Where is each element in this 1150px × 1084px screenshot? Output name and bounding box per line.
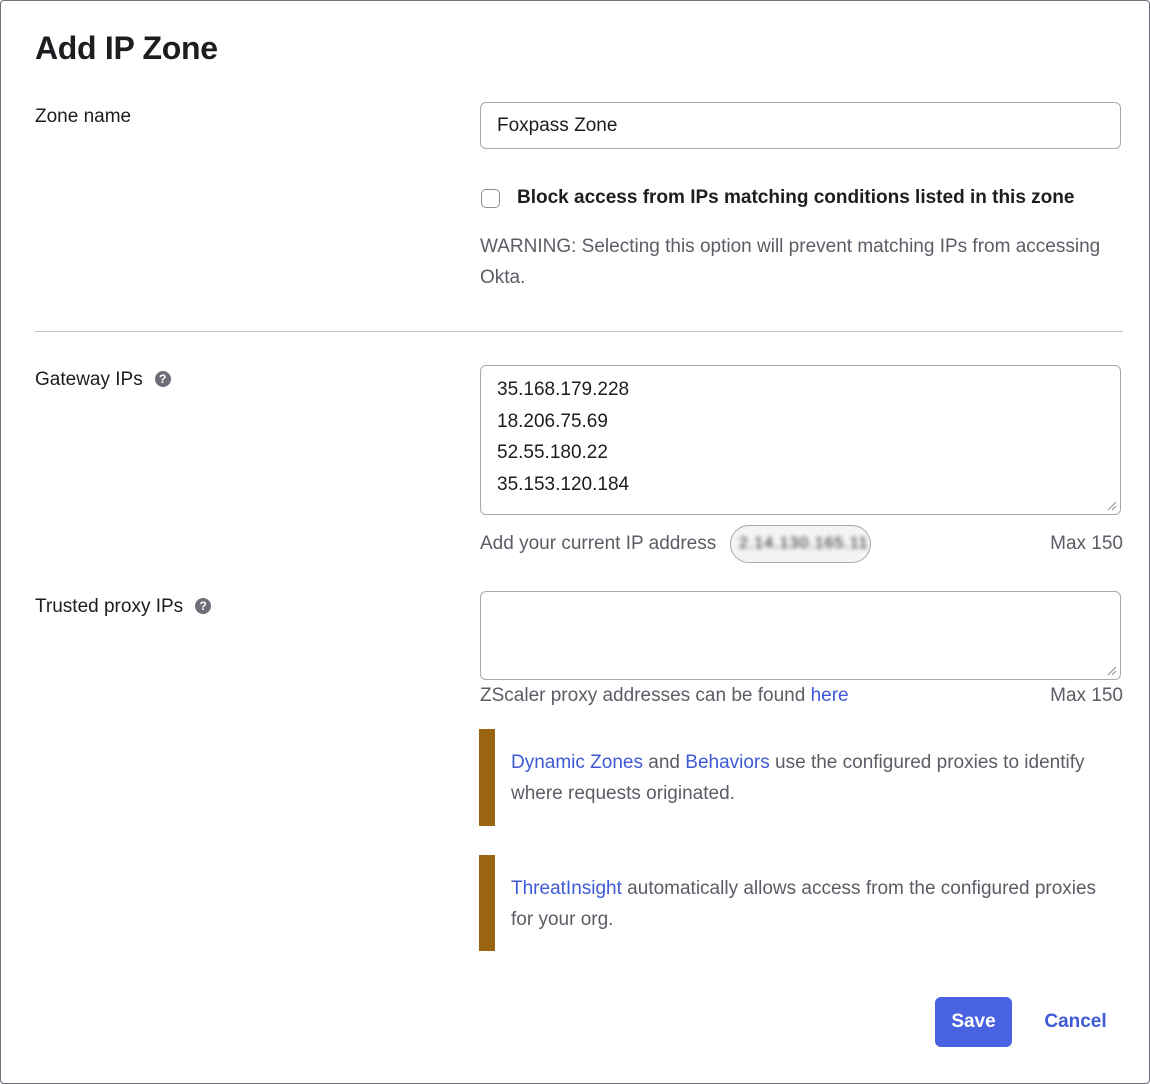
dialog-title: Add IP Zone	[35, 30, 218, 66]
callout-text: Dynamic Zones and Behaviors use the conf…	[511, 747, 1121, 809]
gateway-ip-line: 52.55.180.22	[497, 442, 608, 463]
add-current-ip-label: Add your current IP address	[480, 533, 717, 554]
current-ip-value: 2.14.130.165.11	[739, 535, 869, 552]
gateway-ip-line: 35.168.179.228	[497, 379, 630, 400]
callout-and-text: and	[643, 752, 686, 773]
resize-grip-icon[interactable]	[1107, 666, 1117, 676]
gateway-ips-help-icon[interactable]: ?	[154, 371, 171, 387]
block-access-warning: WARNING: Selecting this option will prev…	[480, 236, 1101, 288]
threatinsight-link[interactable]: ThreatInsight	[511, 878, 622, 899]
zone-name-label: Zone name	[35, 106, 132, 127]
threatinsight-callout: ThreatInsight automatically allows acces…	[479, 855, 1123, 951]
section-divider	[35, 331, 1123, 332]
gateway-ips-label-text: Gateway IPs	[35, 369, 143, 390]
dynamic-zones-link[interactable]: Dynamic Zones	[511, 752, 643, 773]
block-access-label[interactable]: Block access from IPs matching condition…	[517, 187, 1074, 209]
cancel-button[interactable]: Cancel	[1033, 997, 1118, 1047]
zscaler-here-link[interactable]: here	[811, 685, 849, 706]
trusted-proxy-ips-label-text: Trusted proxy IPs	[35, 596, 184, 617]
gateway-ip-line: 35.153.120.184	[497, 473, 630, 495]
gateway-ips-textarea[interactable]: 35.168.179.228 18.206.75.69 52.55.180.22…	[480, 365, 1121, 515]
resize-grip-icon[interactable]	[1107, 501, 1117, 511]
current-ip-pill[interactable]: 2.14.130.165.11	[730, 525, 871, 563]
zscaler-help-text: ZScaler proxy addresses can be found her…	[480, 685, 849, 707]
gateway-ip-line: 18.206.75.69	[497, 410, 608, 432]
trusted-proxy-ips-label: Trusted proxy IPs?	[35, 596, 212, 618]
callout-text: ThreatInsight automatically allows acces…	[511, 873, 1121, 935]
save-button[interactable]: Save	[935, 997, 1012, 1047]
add-ip-zone-dialog: Add IP Zone Zone name Block access from …	[0, 0, 1150, 1084]
trusted-proxy-ips-help-icon[interactable]: ?	[195, 598, 212, 614]
block-access-checkbox[interactable]	[481, 189, 500, 208]
zscaler-text: ZScaler proxy addresses can be found	[480, 685, 806, 706]
behaviors-link[interactable]: Behaviors	[685, 752, 770, 773]
gateway-ips-max: Max 150	[1050, 533, 1123, 554]
dynamic-zones-callout: Dynamic Zones and Behaviors use the conf…	[479, 729, 1123, 826]
callout-accent-bar	[479, 729, 495, 826]
trusted-proxy-ips-max: Max 150	[1050, 685, 1123, 706]
zone-name-input[interactable]	[480, 102, 1121, 149]
callout-accent-bar	[479, 855, 495, 951]
gateway-ips-label: Gateway IPs?	[35, 369, 171, 391]
trusted-proxy-ips-textarea[interactable]	[480, 591, 1121, 680]
